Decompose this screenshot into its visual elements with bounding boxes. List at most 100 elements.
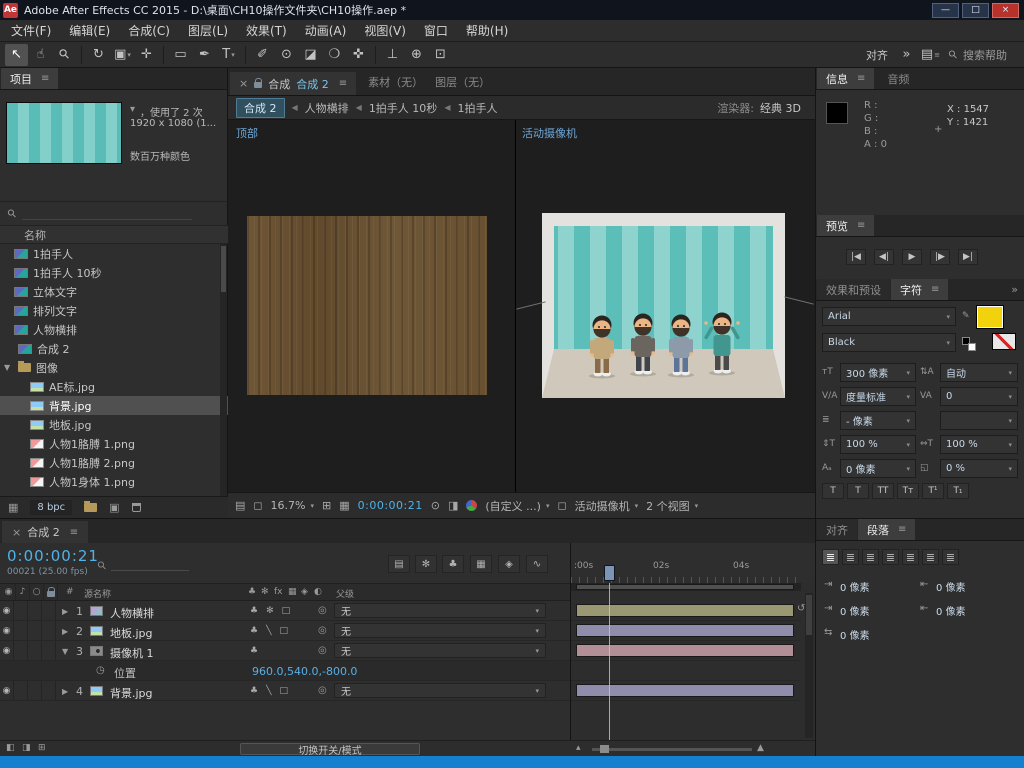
top-view-image[interactable] [247, 216, 487, 395]
hand-tool-icon[interactable]: ☝ [29, 44, 52, 66]
hide-shy-layers-button[interactable]: ♣ [442, 555, 464, 573]
tab-composition[interactable]: × 合成 合成 2 ≡ [230, 72, 356, 95]
solo-toggle[interactable] [28, 621, 42, 640]
project-search-field[interactable]: ⚲ [0, 202, 228, 226]
all-caps-toggle[interactable]: TT [872, 483, 894, 499]
timeline-zoom-slider[interactable] [592, 748, 752, 751]
vertical-scale-dropdown[interactable]: 100 % ▾ [840, 435, 916, 454]
tab-preview[interactable]: 预览 ≡ [817, 215, 874, 236]
justify-all-button[interactable]: ≣ [942, 549, 959, 565]
space-after-value[interactable]: 0 像素 [936, 603, 966, 618]
solo-toggle[interactable] [28, 601, 42, 620]
usage-caret[interactable]: ▾ [130, 104, 135, 115]
comp-mini-flowchart-button[interactable]: ▤ [388, 555, 410, 573]
font-family-dropdown[interactable]: Arial ▾ [822, 307, 956, 326]
menu-effect[interactable]: 效果(T) [237, 19, 296, 42]
layer-row[interactable]: ◉ ▶ 1 人物横排 ♣✻□ ◎ 无▾ [0, 601, 570, 621]
bit-depth-button[interactable]: 8 bpc [30, 500, 72, 515]
tab-effects-presets[interactable]: 效果和预设 [817, 279, 890, 300]
align-left-button[interactable]: ≣ [822, 549, 839, 565]
parent-dropdown[interactable]: 无▾ [334, 603, 546, 618]
font-style-dropdown[interactable]: Black ▾ [822, 333, 956, 352]
kerning-dropdown[interactable]: 度量标准 ▾ [840, 387, 916, 406]
project-item[interactable]: AE标.jpg [0, 377, 228, 396]
default-stroke-swatch[interactable] [968, 343, 976, 351]
roto-brush-tool-icon[interactable]: ❍ [323, 44, 346, 66]
mini-flowchart-icon[interactable]: ▤ [235, 499, 245, 512]
parent-pickwhip-icon[interactable]: ◎ [318, 605, 327, 616]
project-item-selected[interactable]: 背景.jpg [0, 396, 228, 415]
folder-twirl-icon[interactable]: ▼ [4, 363, 13, 372]
timeline-vertical-scrollbar[interactable] [805, 593, 813, 738]
justify-last-left-button[interactable]: ≣ [882, 549, 899, 565]
local-axis-mode-icon[interactable]: ⊥ [381, 44, 404, 66]
view-axis-mode-icon[interactable]: ⊡ [429, 44, 452, 66]
layer-row[interactable]: ◉ ▶ 2 地板.jpg ♣╲□ ◎ 无▾ [0, 621, 570, 641]
panel-overflow-icon[interactable]: » [1011, 283, 1018, 296]
last-frame-button[interactable]: ▶| [958, 249, 978, 265]
panel-menu-icon[interactable]: ≡ [339, 78, 347, 89]
interpret-footage-icon[interactable]: ▦ [8, 501, 18, 514]
selection-tool-icon[interactable]: ↖ [5, 44, 28, 66]
indent-right-value[interactable]: 0 像素 [936, 579, 966, 594]
effects-switch[interactable]: ╲ [266, 626, 271, 636]
menu-help[interactable]: 帮助(H) [457, 19, 517, 42]
expand-layer-pane-icon[interactable]: ◧ [6, 743, 15, 753]
camera-tool-icon[interactable]: ▣▾ [111, 44, 134, 66]
audio-toggle[interactable] [14, 601, 28, 620]
tab-info[interactable]: 信息 ≡ [817, 68, 874, 89]
zoom-out-icon[interactable]: ▴ [576, 743, 581, 753]
stopwatch-icon[interactable]: ◷ [96, 665, 105, 676]
trash-icon[interactable] [132, 503, 141, 512]
parent-pickwhip-icon[interactable]: ◎ [318, 625, 327, 636]
project-item[interactable]: 排列文字 [0, 301, 228, 320]
tracking-dropdown[interactable]: 0 ▾ [940, 387, 1018, 406]
lock-toggle[interactable] [42, 621, 56, 640]
tab-paragraph[interactable]: 段落 ≡ [858, 519, 915, 540]
menu-file[interactable]: 文件(F) [2, 19, 60, 42]
draft-3d-button[interactable]: ✻ [415, 555, 437, 573]
parent-dropdown[interactable]: 无▾ [334, 643, 546, 658]
pan-behind-tool-icon[interactable]: ✛ [135, 44, 158, 66]
view-layout-dropdown[interactable]: 2 个视图 ▾ [646, 498, 698, 514]
scrollbar-thumb[interactable] [221, 246, 226, 292]
panel-menu-icon[interactable]: ≡ [931, 284, 939, 295]
lock-toggle[interactable] [42, 641, 56, 660]
breadcrumb-current[interactable]: 合成 2 [236, 98, 285, 118]
guide-options-icon[interactable]: ▦ [339, 499, 349, 512]
tab-audio[interactable]: 音频 [887, 71, 909, 87]
superscript-toggle[interactable]: T¹ [922, 483, 944, 499]
indent-left-value[interactable]: 0 像素 [840, 579, 870, 594]
stroke-color-swatch[interactable] [992, 333, 1016, 350]
menu-composition[interactable]: 合成(C) [119, 19, 179, 42]
viewer-canvas[interactable]: 顶部 活动摄像机 [228, 120, 815, 492]
faux-italic-toggle[interactable]: T [847, 483, 869, 499]
region-of-interest-icon[interactable]: ◻ [557, 499, 566, 512]
menu-edit[interactable]: 编辑(E) [60, 19, 119, 42]
project-item[interactable]: 立体文字 [0, 282, 228, 301]
zoom-tool-icon[interactable]: ⚲ [53, 44, 76, 66]
play-button[interactable]: ▶ [902, 249, 922, 265]
workspace-overflow-icon[interactable]: » [895, 44, 918, 66]
magnification-dropdown[interactable]: 16.7% ▾ [271, 499, 314, 512]
new-composition-icon[interactable]: ▣ [109, 501, 119, 514]
3d-switch[interactable]: □ [280, 626, 289, 636]
lock-toggle[interactable] [42, 681, 56, 700]
track-area[interactable]: ↺ [570, 583, 815, 741]
snapshot-icon[interactable]: ⊙ [431, 499, 440, 512]
twirl-icon[interactable]: ▼ [62, 647, 68, 656]
subscript-toggle[interactable]: T₁ [947, 483, 969, 499]
time-ruler[interactable]: :00s 02s 04s [570, 543, 815, 583]
tab-project[interactable]: 项目 ≡ [1, 68, 58, 89]
twirl-icon[interactable]: ▶ [62, 627, 68, 636]
close-button[interactable]: × [992, 3, 1019, 18]
space-before-value[interactable]: 0 像素 [840, 603, 870, 618]
lock-icon[interactable] [254, 82, 262, 88]
audio-toggle[interactable] [14, 641, 28, 660]
first-frame-button[interactable]: |◀ [846, 249, 866, 265]
twirl-icon[interactable]: ▶ [62, 687, 68, 696]
solo-toggle[interactable] [28, 681, 42, 700]
baseline-shift-dropdown[interactable]: 0 像素 ▾ [840, 459, 916, 478]
panel-menu-icon[interactable]: ≡ [41, 73, 49, 84]
project-list-header[interactable]: 名称 [0, 226, 228, 244]
